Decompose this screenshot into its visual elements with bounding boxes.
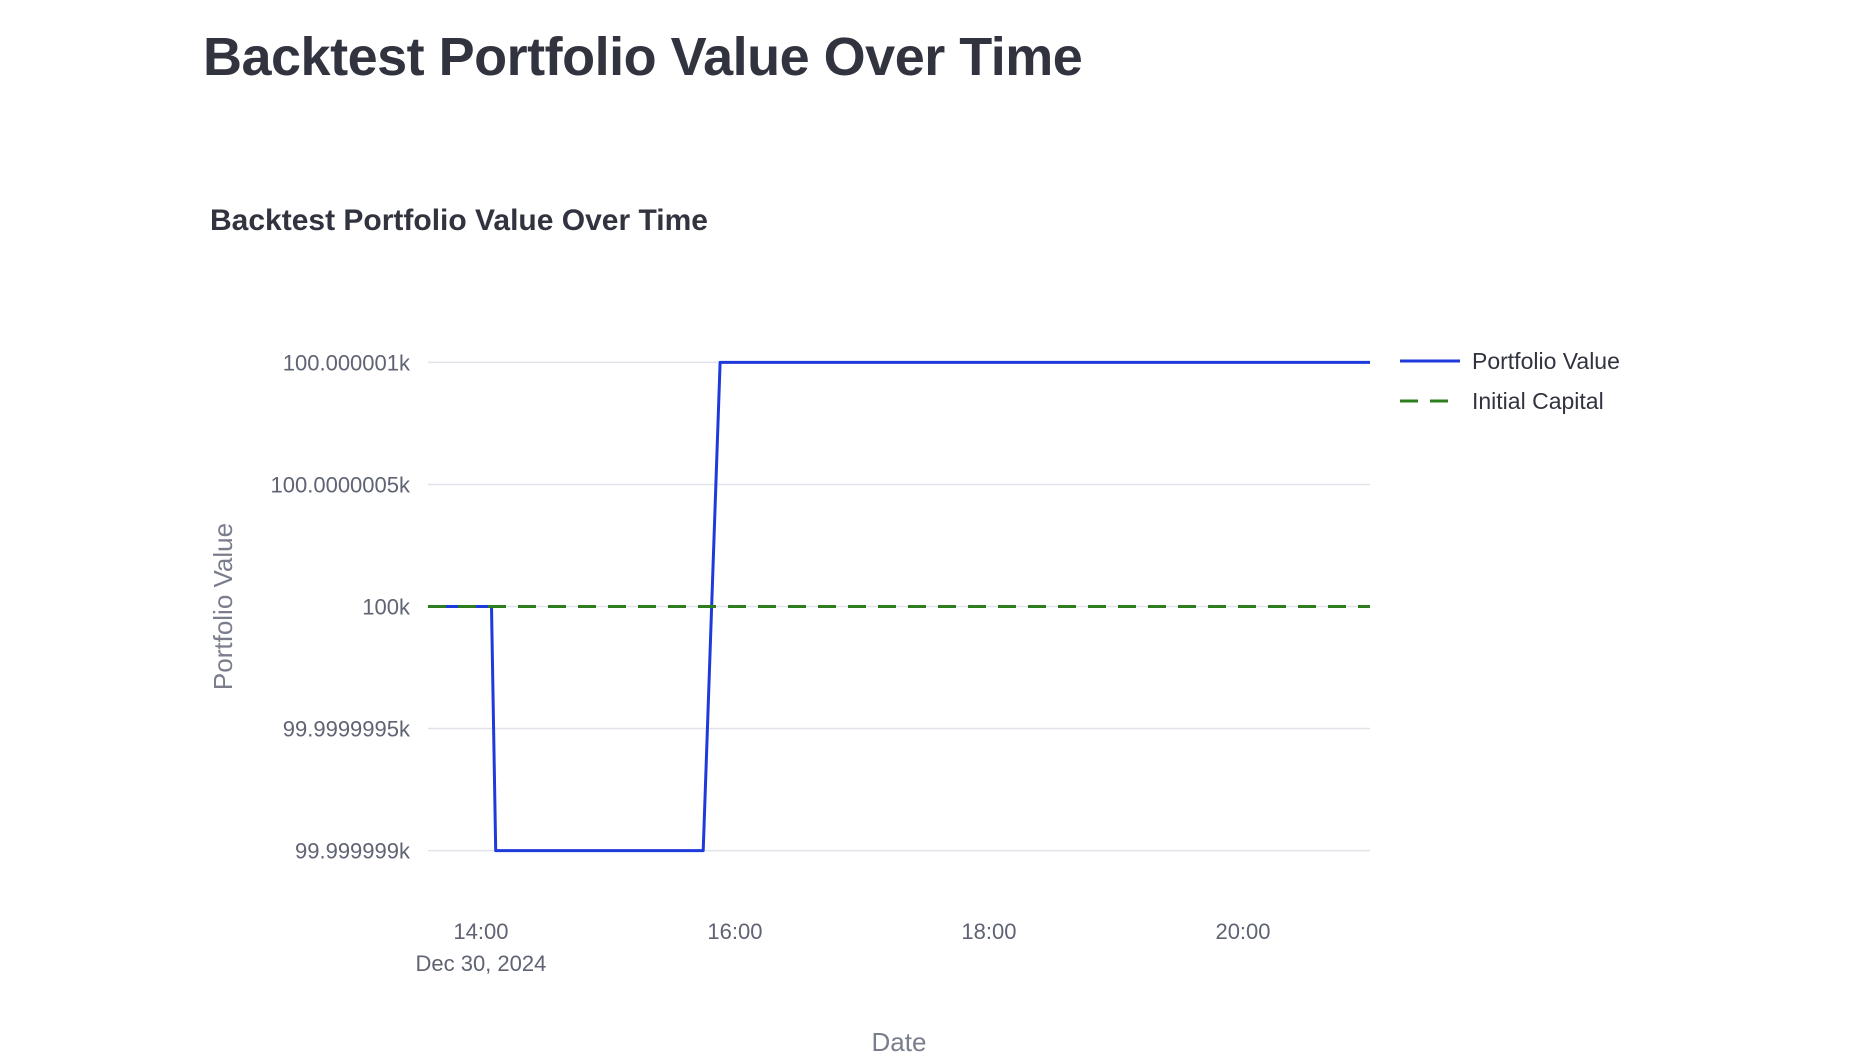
x-tick-label: 18:00 <box>961 919 1016 944</box>
legend-item[interactable]: Portfolio Value <box>1400 348 1620 374</box>
x-tick-label: 20:00 <box>1215 919 1270 944</box>
grid-layer <box>428 361 1370 852</box>
x-axis-ticks: 14:00 16:00 18:00 20:00 <box>453 919 1270 944</box>
x-tick-label: 14:00 <box>453 919 508 944</box>
y-tick-label: 99.999999k <box>295 839 411 864</box>
y-tick-label: 100.0000005k <box>271 472 411 497</box>
y-tick-label: 100.000001k <box>283 350 411 375</box>
portfolio-line-chart: Backtest Portfolio Value Over Time 100.0… <box>208 204 1620 1057</box>
chart-container: Backtest Portfolio Value Over Time 100.0… <box>0 0 1850 1057</box>
chart-title: Backtest Portfolio Value Over Time <box>210 204 708 237</box>
legend[interactable]: Portfolio Value Initial Capital <box>1400 348 1620 414</box>
legend-label: Initial Capital <box>1472 388 1604 414</box>
y-axis-title: Portfolio Value <box>208 523 238 690</box>
y-tick-label: 99.9999995k <box>283 717 411 742</box>
legend-item[interactable]: Initial Capital <box>1400 388 1604 414</box>
x-axis-title: Date <box>872 1027 927 1054</box>
y-tick-label: 100k <box>362 595 411 620</box>
x-tick-label: 16:00 <box>707 919 762 944</box>
y-axis-ticks: 100.000001k 100.0000005k 100k 99.9999995k 99… <box>271 350 411 863</box>
x-axis-date-label: Dec 30, 2024 <box>415 951 546 976</box>
legend-label: Portfolio Value <box>1472 348 1620 374</box>
